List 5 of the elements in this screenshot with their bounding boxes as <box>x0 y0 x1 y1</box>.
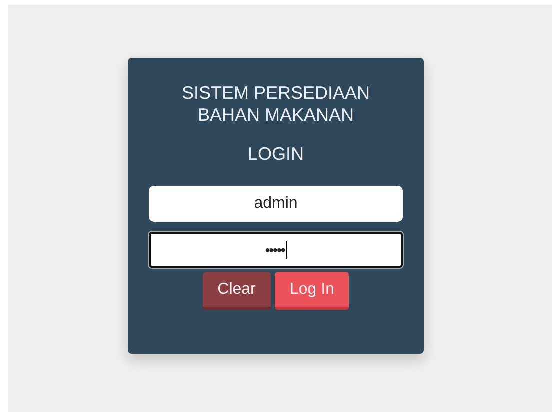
clear-button[interactable]: Clear <box>202 272 271 310</box>
password-field[interactable]: ••••• <box>149 232 403 268</box>
login-heading: LOGIN <box>248 143 304 165</box>
username-field[interactable]: admin <box>149 186 403 222</box>
app-title: SISTEM PERSEDIAAN BAHAN MAKANAN <box>182 82 370 126</box>
